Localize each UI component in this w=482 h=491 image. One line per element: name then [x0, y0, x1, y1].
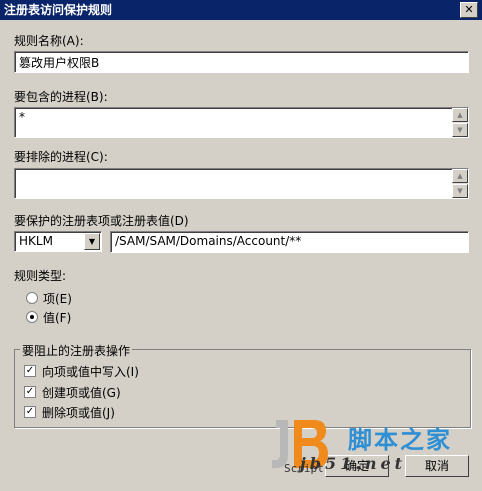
chevron-down-icon[interactable]: ▼	[84, 233, 100, 250]
registry-path-input[interactable]: /SAM/SAM/Domains/Account/**	[110, 231, 469, 253]
checkbox-write[interactable]: ✓	[24, 365, 36, 377]
checkbox-delete[interactable]: ✓	[24, 406, 36, 418]
scroll-up-icon[interactable]: ▲	[452, 169, 468, 183]
operations-title: 要阻止的注册表操作	[20, 342, 133, 359]
registry-key-label: 要保护的注册表项或注册表值(D)	[14, 214, 189, 228]
include-processes-value: *	[19, 110, 25, 124]
hive-value: HKLM	[19, 234, 53, 248]
watermark-script: Script	[284, 462, 324, 475]
window-title: 注册表访问保护规则	[4, 3, 113, 17]
scroll-up-icon[interactable]: ▲	[452, 108, 468, 122]
rule-type-label: 规则类型:	[14, 269, 67, 283]
checkbox-delete-label[interactable]: 删除项或值(J)	[42, 404, 115, 421]
include-processes-label: 要包含的进程(B):	[14, 90, 108, 104]
exclude-processes-textarea[interactable]: ▲ ▼	[14, 168, 469, 199]
watermark-site-name: 脚本之家	[348, 426, 452, 454]
exclude-processes-scrollbar[interactable]: ▲ ▼	[452, 169, 468, 198]
radio-selected-dot	[30, 315, 34, 319]
rule-name-label: 规则名称(A):	[14, 34, 84, 48]
exclude-processes-label: 要排除的进程(C):	[14, 150, 108, 164]
registry-path-value: /SAM/SAM/Domains/Account/**	[115, 234, 302, 248]
checkbox-create[interactable]: ✓	[24, 386, 36, 398]
hive-select[interactable]: HKLM ▼	[14, 231, 102, 252]
close-button[interactable]: ✕	[460, 2, 478, 18]
title-bar: 注册表访问保护规则 ✕	[0, 0, 482, 20]
radio-value-label[interactable]: 值(F)	[43, 309, 71, 326]
checkbox-create-label[interactable]: 创建项或值(G)	[42, 384, 121, 401]
radio-value[interactable]	[26, 311, 38, 323]
rule-name-value: 篡改用户权限B	[19, 56, 100, 70]
radio-key[interactable]	[26, 292, 38, 304]
scroll-down-icon[interactable]: ▼	[452, 123, 468, 137]
include-processes-textarea[interactable]: * ▲ ▼	[14, 107, 469, 138]
cancel-button[interactable]: 取消	[405, 455, 469, 477]
scroll-down-icon[interactable]: ▼	[452, 184, 468, 198]
checkbox-write-label[interactable]: 向项或值中写入(I)	[42, 363, 139, 380]
include-processes-scrollbar[interactable]: ▲ ▼	[452, 108, 468, 137]
rule-name-input[interactable]: 篡改用户权限B	[14, 51, 469, 73]
radio-key-label[interactable]: 项(E)	[43, 290, 72, 307]
